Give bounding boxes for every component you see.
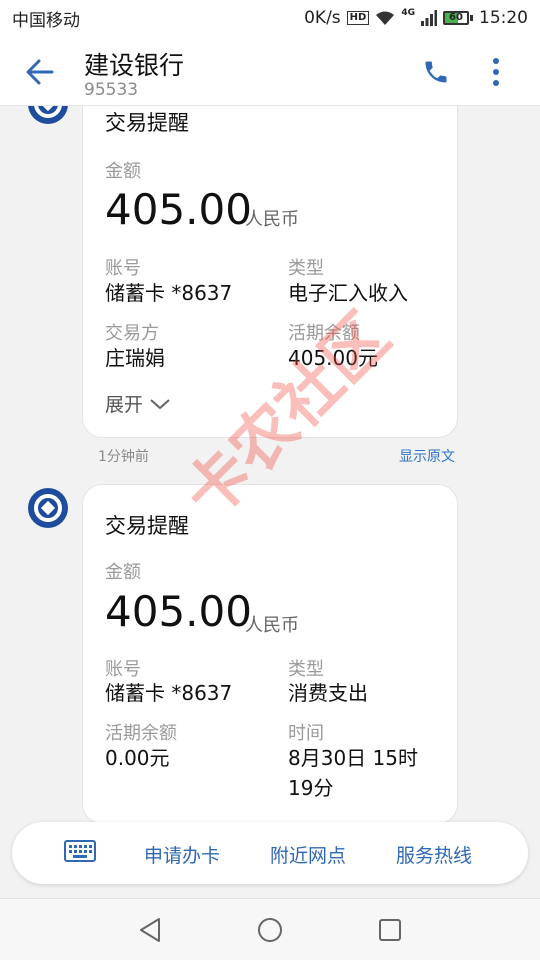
message-card[interactable]: 交易提醒 金额 405.00 人民币 账号 储蓄卡 *8637 类型 消费支出 … xyxy=(82,484,458,824)
phone-icon xyxy=(425,61,447,83)
amount-label: 金额 xyxy=(105,562,141,583)
field-value: 储蓄卡 *8637 xyxy=(105,281,233,305)
wifi-icon xyxy=(376,11,395,25)
currency-label: 人民币 xyxy=(245,209,299,230)
message-title: 交易提醒 xyxy=(105,111,189,135)
hd-badge: HD xyxy=(346,11,370,25)
nav-recent-button[interactable] xyxy=(376,916,404,944)
message-card[interactable]: 交易提醒 金额 405.00 人民币 账号 储蓄卡 *8637 类型 电子汇入收… xyxy=(82,106,458,438)
arrow-left-icon xyxy=(26,59,54,85)
nearby-branches-button[interactable]: 附近网点 xyxy=(270,841,346,868)
amount-value: 405.00 xyxy=(105,185,252,234)
clock: 15:20 xyxy=(479,8,528,28)
currency-label: 人民币 xyxy=(245,615,299,636)
field-label: 活期余额 xyxy=(288,323,360,344)
signal-icon xyxy=(421,10,437,26)
field-label: 账号 xyxy=(105,258,141,279)
contact-name: 建设银行 xyxy=(84,51,185,80)
show-original-link[interactable]: 显示原文 xyxy=(399,446,455,466)
back-triangle-icon xyxy=(140,918,160,942)
amount-value: 405.00 xyxy=(105,587,252,636)
field-value: 消费支出 xyxy=(288,681,368,705)
nav-back-button[interactable] xyxy=(136,916,164,944)
field-label: 交易方 xyxy=(105,323,159,344)
message-timestamp: 1分钟前 xyxy=(98,449,149,465)
chevron-down-icon xyxy=(150,398,170,409)
ccb-logo-icon xyxy=(34,106,62,118)
system-nav-bar xyxy=(0,898,540,960)
expand-label: 展开 xyxy=(105,394,144,416)
field-value: 0.00元 xyxy=(105,746,170,770)
call-button[interactable] xyxy=(418,54,454,90)
keyboard-icon xyxy=(64,840,96,862)
nav-home-button[interactable] xyxy=(256,916,284,944)
keyboard-button[interactable] xyxy=(64,839,96,867)
message-title: 交易提醒 xyxy=(105,514,189,538)
field-label: 活期余额 xyxy=(105,723,177,744)
network-speed: 0K/s xyxy=(304,8,341,28)
home-circle-icon xyxy=(258,918,282,942)
field-value: 19分 xyxy=(288,776,334,800)
more-options-button[interactable] xyxy=(482,54,510,90)
field-value: 405.00元 xyxy=(288,346,378,370)
battery-icon: 60 xyxy=(443,11,473,25)
field-label: 类型 xyxy=(288,258,324,279)
status-indicators: 0K/s HD 4G 60 15:20 xyxy=(304,8,528,28)
contact-number: 95533 xyxy=(84,80,139,100)
field-value: 庄瑞娟 xyxy=(105,346,165,370)
bank-logo xyxy=(28,488,68,528)
field-value: 8月30日 15时 xyxy=(288,746,418,770)
field-value: 电子汇入收入 xyxy=(288,281,408,305)
message-feed[interactable]: 交易提醒 金额 405.00 人民币 账号 储蓄卡 *8637 类型 电子汇入收… xyxy=(0,106,540,896)
service-hotline-button[interactable]: 服务热线 xyxy=(396,841,472,868)
ccb-logo-icon xyxy=(34,494,62,522)
amount-label: 金额 xyxy=(105,161,141,182)
status-bar: 中国移动 0K/s HD 4G 60 15:20 xyxy=(0,0,540,36)
carrier-name: 中国移动 xyxy=(12,10,80,31)
battery-level: 60 xyxy=(449,12,463,23)
service-menu-bar: 申请办卡 附近网点 服务热线 xyxy=(12,822,528,884)
expand-button[interactable]: 展开 xyxy=(105,390,171,417)
app-header: 建设银行 95533 xyxy=(0,36,540,106)
apply-card-button[interactable]: 申请办卡 xyxy=(144,841,220,868)
bank-logo xyxy=(28,106,68,124)
more-vertical-icon xyxy=(493,58,499,86)
field-label: 时间 xyxy=(288,723,324,744)
network-type-badge: 4G xyxy=(401,8,415,18)
recent-square-icon xyxy=(379,919,401,941)
field-value: 储蓄卡 *8637 xyxy=(105,681,233,705)
back-button[interactable] xyxy=(22,54,58,90)
